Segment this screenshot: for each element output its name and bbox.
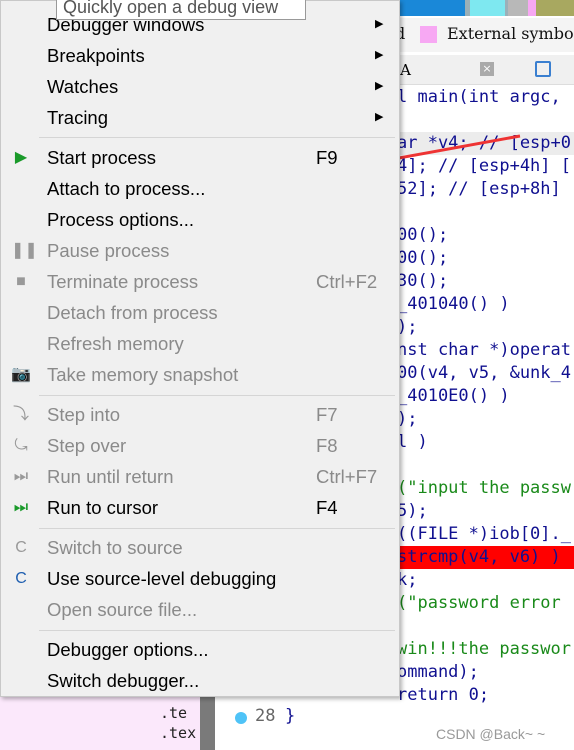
watermark: CSDN @Back~ ~ [436, 726, 546, 742]
step-over-icon: ⤿ [14, 437, 28, 454]
menu-item-label: Debugger options... [47, 639, 209, 660]
menu-item-label: Switch to source [47, 537, 183, 558]
menu-item-label: Refresh memory [47, 333, 184, 354]
menu-item-debugger-options[interactable]: Debugger options... [1, 634, 399, 665]
menu-item-label: Pause process [47, 240, 170, 261]
menu-item-attach-to-process[interactable]: Attach to process... [1, 173, 399, 204]
menu-item-label: Run to cursor [47, 497, 159, 518]
submenu-arrow-icon: ▶ [375, 18, 384, 30]
submenu-arrow-icon: ▶ [375, 49, 384, 61]
menu-item-switch-debugger[interactable]: Switch debugger... [1, 665, 399, 696]
stop-icon: ■ [16, 273, 26, 290]
switch-source-icon: C [15, 539, 27, 556]
menu-item-detach-from-process[interactable]: Detach from process [1, 297, 399, 328]
menu-item-label: Breakpoints [47, 45, 145, 66]
shortcut-label: F7 [316, 404, 338, 425]
source-debug-icon: C [15, 570, 27, 587]
menu-separator [39, 528, 395, 529]
menu-item-take-memory-snapshot[interactable]: 📷 Take memory snapshot [1, 359, 399, 390]
tooltip: Quickly open a debug view [56, 0, 306, 20]
menu-item-switch-to-source[interactable]: C Switch to source [1, 532, 399, 563]
menu-item-label: Step over [47, 435, 127, 456]
menu-separator [39, 137, 395, 138]
menu-item-label: Switch debugger... [47, 670, 200, 691]
menu-item-label: Open source file... [47, 599, 198, 620]
menu-item-watches[interactable]: Watches ▶ [1, 71, 399, 102]
menu-item-label: Tracing [47, 107, 109, 128]
shortcut-label: F4 [316, 497, 338, 518]
menu-item-breakpoints[interactable]: Breakpoints ▶ [1, 40, 399, 71]
menu-item-process-options[interactable]: Process options... [1, 204, 399, 235]
shortcut-label: Ctrl+F2 [316, 271, 378, 292]
menu-item-use-source-level-debugging[interactable]: C Use source-level debugging [1, 563, 399, 594]
menu-separator [39, 630, 395, 631]
menu-item-label: Terminate process [47, 271, 199, 292]
menu-item-label: Start process [47, 147, 156, 168]
shortcut-label: F9 [316, 147, 338, 168]
menu-item-start-process[interactable]: ▶ Start process F9 [1, 142, 399, 173]
menu-item-run-until-return[interactable]: ⏭ Run until return Ctrl+F7 [1, 461, 399, 492]
menu-item-label: Process options... [47, 209, 195, 230]
submenu-arrow-icon: ▶ [375, 111, 384, 123]
debugger-menu: Debugger windows ▶ Breakpoints ▶ Watches ▶ Tra… [0, 0, 400, 697]
menu-item-label: Take memory snapshot [47, 364, 239, 385]
menu-separator [39, 395, 395, 396]
pause-icon: ❚❚ [11, 242, 38, 259]
menu-item-open-source-file[interactable]: Open source file... [1, 594, 399, 625]
step-into-icon: ⤵ [12, 406, 29, 423]
menu-item-label: Use source-level debugging [47, 568, 277, 589]
submenu-arrow-icon: ▶ [375, 80, 384, 92]
menu-item-run-to-cursor[interactable]: ⏭ Run to cursor F4 [1, 492, 399, 523]
menu-item-terminate-process[interactable]: ■ Terminate process Ctrl+F2 [1, 266, 399, 297]
run-to-cursor-icon: ⏭ [13, 499, 29, 516]
menu-item-label: Run until return [47, 466, 174, 487]
run-until-return-icon: ⏭ [13, 468, 29, 485]
shortcut-label: F8 [316, 435, 338, 456]
menu-item-refresh-memory[interactable]: Refresh memory [1, 328, 399, 359]
menu-item-label: Detach from process [47, 302, 218, 323]
menu-item-label: Watches [47, 76, 119, 97]
menu-item-label: Step into [47, 404, 121, 425]
shortcut-label: Ctrl+F7 [316, 466, 378, 487]
menu-item-step-into[interactable]: ⤵ Step into F7 [1, 399, 399, 430]
menu-item-tracing[interactable]: Tracing ▶ [1, 102, 399, 133]
menu-item-label: Attach to process... [47, 178, 206, 199]
menu-item-step-over[interactable]: ⤿ Step over F8 [1, 430, 399, 461]
camera-icon: 📷 [11, 366, 31, 383]
menu-item-pause-process[interactable]: ❚❚ Pause process [1, 235, 399, 266]
play-icon: ▶ [14, 149, 28, 166]
